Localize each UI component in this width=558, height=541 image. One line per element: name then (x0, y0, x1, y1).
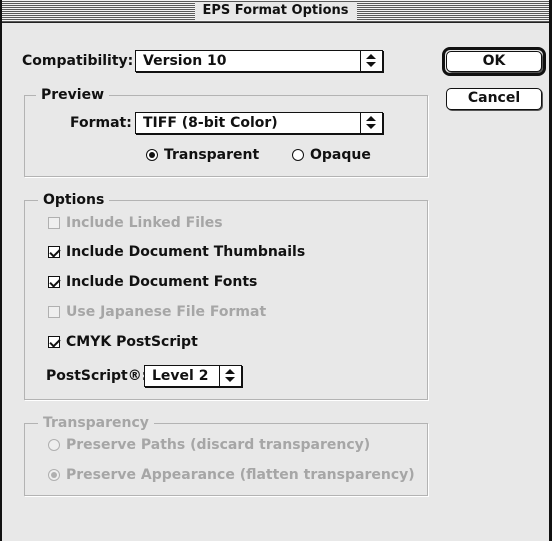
eps-format-options-dialog: EPS Format Options Compatibility: Versio… (0, 0, 552, 541)
cancel-button[interactable]: Cancel (446, 88, 542, 110)
popup-arrows-icon (360, 113, 382, 133)
checkbox-unchecked-icon (48, 306, 60, 318)
dialog-title: EPS Format Options (194, 2, 357, 20)
radio-unselected-icon (48, 439, 60, 451)
preview-format-select[interactable]: TIFF (8-bit Color) (135, 112, 383, 134)
radio-unselected-icon (292, 149, 304, 161)
options-group-title: Options (38, 191, 110, 209)
postscript-level-select[interactable]: Level 2 (144, 365, 242, 387)
checkbox-checked-icon (48, 246, 61, 258)
preview-group-title: Preview (36, 86, 110, 104)
checkbox-checked-icon (48, 336, 61, 348)
title-bar[interactable]: EPS Format Options (2, 0, 549, 23)
radio-opaque-label: Opaque (310, 147, 371, 163)
checkbox-checked-icon (48, 276, 61, 288)
compatibility-value: Version 10 (143, 53, 227, 69)
checkbox-unchecked-icon (48, 217, 60, 229)
radio-selected-icon (48, 469, 60, 481)
use-japanese-file-format-label: Use Japanese File Format (66, 304, 267, 320)
include-linked-files-label: Include Linked Files (66, 215, 223, 231)
radio-transparent-label: Transparent (164, 147, 260, 163)
preview-format-label: Format: (70, 115, 132, 131)
preserve-appearance-label: Preserve Appearance (flatten transparenc… (66, 467, 415, 483)
compatibility-select[interactable]: Version 10 (135, 50, 383, 72)
transparency-group-title: Transparency (38, 414, 154, 432)
popup-arrows-icon (360, 51, 382, 71)
radio-selected-icon (146, 149, 158, 161)
include-document-thumbnails-label: Include Document Thumbnails (66, 244, 306, 260)
compatibility-label: Compatibility: (22, 53, 134, 69)
transparency-group (24, 423, 428, 496)
preview-group (24, 95, 428, 177)
cmyk-postscript-label: CMYK PostScript (66, 334, 198, 350)
ok-button[interactable]: OK (446, 51, 542, 72)
include-document-fonts-label: Include Document Fonts (66, 274, 258, 290)
postscript-level-value: Level 2 (152, 368, 209, 384)
popup-arrows-icon (219, 366, 241, 386)
preview-format-value: TIFF (8-bit Color) (143, 115, 278, 131)
preserve-paths-label: Preserve Paths (discard transparency) (66, 437, 371, 453)
postscript-level-label: PostScript®: (46, 368, 148, 384)
